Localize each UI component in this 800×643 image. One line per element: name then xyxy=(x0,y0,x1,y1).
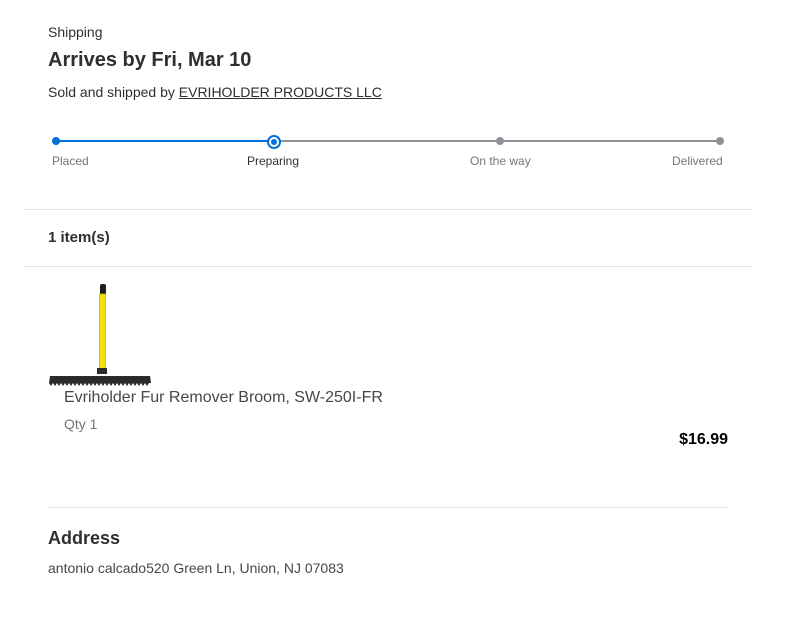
section-label: Shipping xyxy=(48,24,103,40)
divider xyxy=(48,507,728,508)
broom-product-image[interactable] xyxy=(48,282,152,388)
broom-icon xyxy=(49,284,151,386)
product-price: $16.99 xyxy=(679,431,728,448)
product-qty: Qty 1 xyxy=(64,416,98,432)
step-label-delivered: Delivered xyxy=(672,154,723,168)
progress-track-fill xyxy=(56,140,274,142)
seller-link[interactable]: EVRIHOLDER PRODUCTS LLC xyxy=(179,84,382,100)
address-text: antonio calcado520 Green Ln, Union, NJ 0… xyxy=(48,560,344,576)
sold-by-prefix: Sold and shipped by xyxy=(48,84,179,100)
step-dot-preparing xyxy=(267,135,281,149)
product-name[interactable]: Evriholder Fur Remover Broom, SW-250I-FR xyxy=(64,389,383,407)
step-dot-delivered xyxy=(716,137,724,145)
step-dot-on-the-way xyxy=(496,137,504,145)
step-dot-placed xyxy=(52,137,60,145)
arrival-date-heading: Arrives by Fri, Mar 10 xyxy=(48,49,252,71)
sold-by-line: Sold and shipped by EVRIHOLDER PRODUCTS … xyxy=(48,84,382,100)
divider xyxy=(24,209,752,210)
step-label-on-the-way: On the way xyxy=(470,154,531,168)
step-label-preparing: Preparing xyxy=(247,154,300,168)
step-label-placed: Placed xyxy=(52,154,89,168)
address-heading: Address xyxy=(48,528,121,548)
divider xyxy=(24,266,752,267)
items-count: 1 item(s) xyxy=(48,229,110,246)
